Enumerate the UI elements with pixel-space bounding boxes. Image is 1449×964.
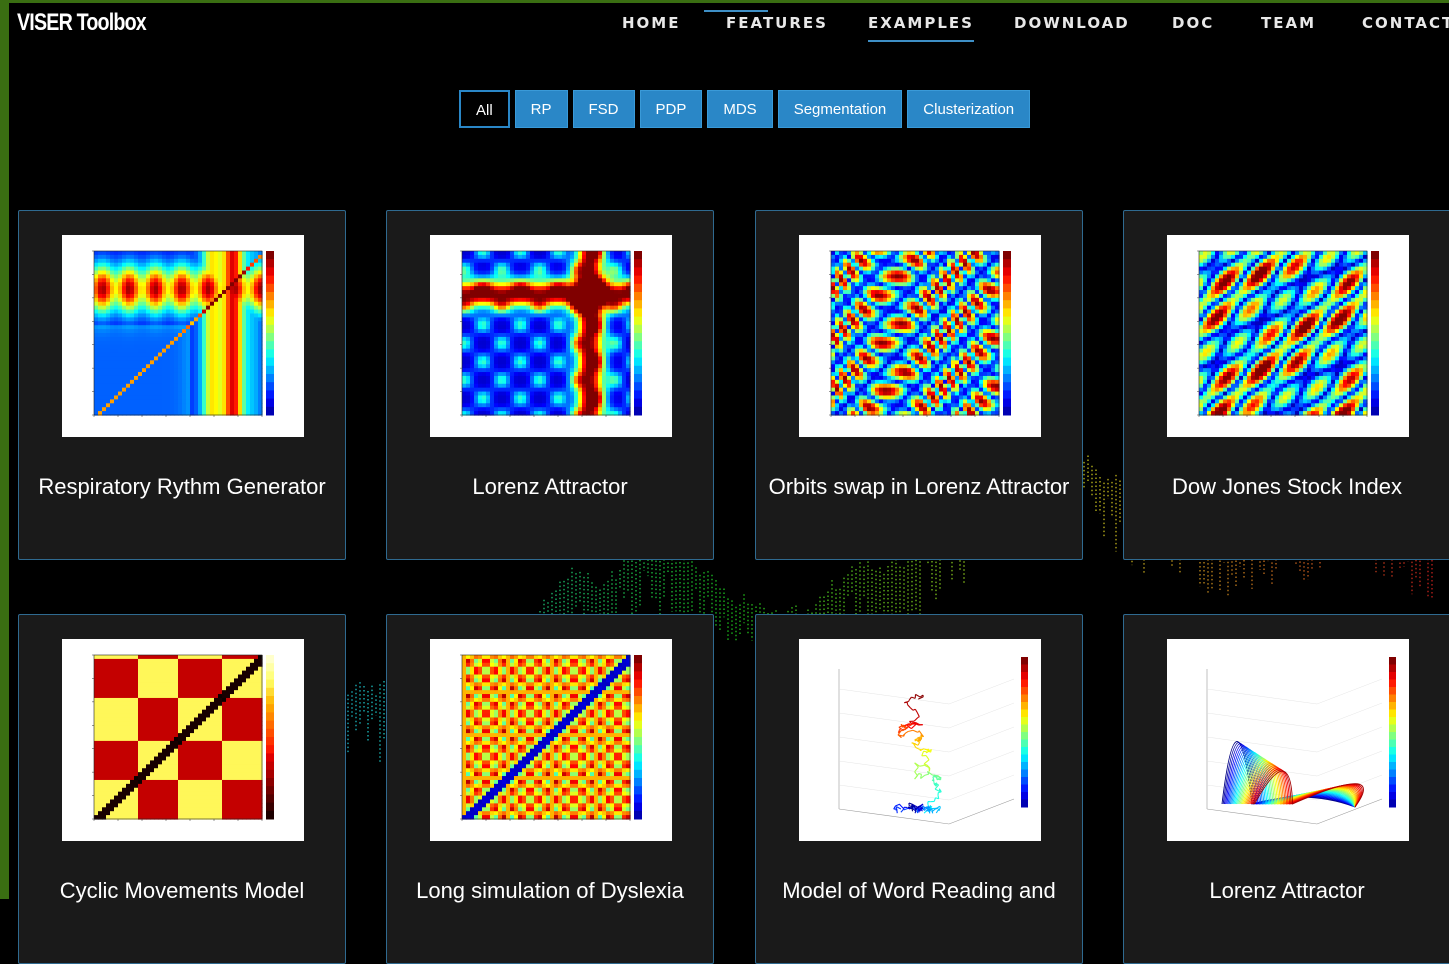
nav-download[interactable]: DOWNLOAD xyxy=(1014,14,1130,40)
nav-doc[interactable]: DOC xyxy=(1172,14,1214,40)
example-title: Lorenz Attractor xyxy=(393,475,707,499)
filter-bar: All RP FSD PDP MDS Segmentation Clusteri… xyxy=(459,90,1030,128)
filter-pdp-button[interactable]: PDP xyxy=(640,90,703,128)
example-thumbnail xyxy=(1167,639,1409,841)
example-card[interactable]: Cyclic Movements Model xyxy=(18,614,346,964)
example-title: Respiratory Rythm Generator xyxy=(25,475,339,499)
example-title: Lorenz Attractor xyxy=(1130,879,1444,903)
nav-features[interactable]: FEATURES xyxy=(726,14,828,40)
example-thumbnail xyxy=(62,235,304,437)
site-logo[interactable]: VISER Toolbox xyxy=(17,9,146,37)
example-card[interactable]: Respiratory Rythm Generator xyxy=(18,210,346,560)
example-card[interactable]: Model of Word Reading and xyxy=(755,614,1083,964)
filter-clusterization-button[interactable]: Clusterization xyxy=(907,90,1030,128)
example-title: Dow Jones Stock Index xyxy=(1130,475,1444,499)
nav-team[interactable]: TEAM xyxy=(1261,14,1316,40)
example-thumbnail xyxy=(62,639,304,841)
example-card[interactable]: Orbits swap in Lorenz Attractor xyxy=(755,210,1083,560)
example-card[interactable]: Long simulation of Dyslexia xyxy=(386,614,714,964)
main-nav: HOME FEATURES EXAMPLES DOWNLOAD DOC TEAM… xyxy=(600,14,1449,54)
nav-home[interactable]: HOME xyxy=(622,14,680,40)
nav-contact[interactable]: CONTACT xyxy=(1362,14,1449,40)
example-title: Orbits swap in Lorenz Attractor xyxy=(762,475,1076,499)
example-thumbnail xyxy=(1167,235,1409,437)
example-title: Model of Word Reading and xyxy=(762,879,1076,903)
filter-mds-button[interactable]: MDS xyxy=(707,90,772,128)
filter-fsd-button[interactable]: FSD xyxy=(573,90,635,128)
example-thumbnail xyxy=(430,235,672,437)
filter-all-button[interactable]: All xyxy=(459,90,510,128)
example-thumbnail xyxy=(799,639,1041,841)
example-card[interactable]: Dow Jones Stock Index xyxy=(1123,210,1449,560)
example-title: Long simulation of Dyslexia xyxy=(393,879,707,903)
filter-rp-button[interactable]: RP xyxy=(515,90,568,128)
example-thumbnail xyxy=(430,639,672,841)
example-title: Cyclic Movements Model xyxy=(25,879,339,903)
example-thumbnail xyxy=(799,235,1041,437)
example-card[interactable]: Lorenz Attractor xyxy=(1123,614,1449,964)
nav-examples[interactable]: EXAMPLES xyxy=(868,14,974,42)
example-card[interactable]: Lorenz Attractor xyxy=(386,210,714,560)
filter-segmentation-button[interactable]: Segmentation xyxy=(778,90,903,128)
